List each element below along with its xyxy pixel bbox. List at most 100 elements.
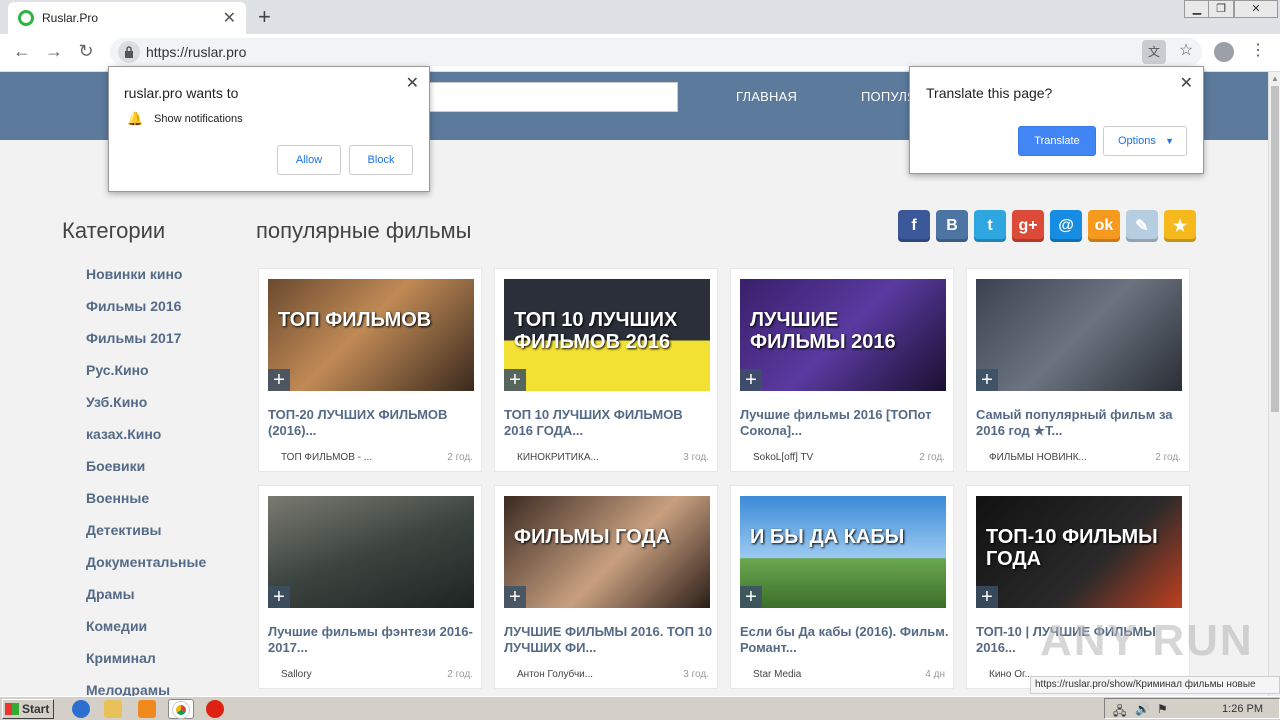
chrome-taskbar-button[interactable] bbox=[168, 699, 194, 719]
category-link[interactable]: казах.Кино bbox=[86, 426, 206, 458]
lock-icon[interactable] bbox=[118, 41, 140, 63]
category-link[interactable]: Новинки кино bbox=[86, 266, 206, 298]
translate-title: Translate this page? bbox=[926, 85, 1053, 101]
clock: 1:26 PM bbox=[1222, 702, 1263, 715]
category-link[interactable]: Драмы bbox=[86, 586, 206, 618]
video-title[interactable]: Лучшие фильмы фэнтези 2016-2017... bbox=[268, 624, 478, 656]
profile-avatar-icon[interactable] bbox=[1214, 42, 1234, 62]
add-to-list-icon[interactable]: + bbox=[268, 369, 290, 391]
livejournal-icon[interactable]: ✎ bbox=[1126, 210, 1158, 242]
ie-icon[interactable] bbox=[72, 700, 90, 718]
video-title[interactable]: Самый популярный фильм за 2016 год ★Т... bbox=[976, 407, 1186, 439]
video-title[interactable]: Лучшие фильмы 2016 [ТОПот Сокола]... bbox=[740, 407, 950, 439]
video-thumbnail[interactable]: + bbox=[268, 496, 474, 608]
maximize-button[interactable]: ❐ bbox=[1208, 0, 1234, 18]
video-thumbnail[interactable]: ТОП ФИЛЬМОВ + bbox=[268, 279, 474, 391]
video-card[interactable]: + Самый популярный фильм за 2016 год ★Т..… bbox=[966, 268, 1190, 472]
video-card[interactable]: И БЫ ДА КАБЫ + Если бы Да кабы (2016). Фил… bbox=[730, 485, 954, 689]
network-icon[interactable]: 🖧 bbox=[1113, 702, 1126, 720]
flag-icon[interactable]: ⚑ bbox=[1157, 702, 1168, 716]
folder-icon[interactable] bbox=[104, 700, 122, 718]
popup-close-icon[interactable]: ✕ bbox=[1180, 73, 1193, 93]
forward-icon[interactable]: → bbox=[42, 41, 66, 62]
reload-icon[interactable]: ↻ bbox=[74, 41, 98, 62]
odnoklassniki-icon[interactable]: ok bbox=[1088, 210, 1120, 242]
menu-kebab-icon[interactable]: ⋮ bbox=[1246, 40, 1270, 64]
scrollbar-thumb[interactable] bbox=[1271, 86, 1279, 412]
thumbnail-text: ТОП ФИЛЬМОВ bbox=[278, 309, 432, 331]
translate-button[interactable]: Translate bbox=[1018, 126, 1096, 156]
popup-close-icon[interactable]: ✕ bbox=[406, 73, 419, 93]
tab-close-icon[interactable]: ✕ bbox=[223, 8, 236, 28]
video-card[interactable]: ФИЛЬМЫ ГОДА + ЛУЧШИЕ ФИЛЬМЫ 2016. ТОП 10 Л… bbox=[494, 485, 718, 689]
category-link[interactable]: Комедии bbox=[86, 618, 206, 650]
allow-button[interactable]: Allow bbox=[277, 145, 341, 175]
twitter-icon[interactable]: t bbox=[974, 210, 1006, 242]
site-search-input[interactable] bbox=[420, 82, 678, 112]
vk-icon[interactable]: B bbox=[936, 210, 968, 242]
volume-icon[interactable]: 🔊 bbox=[1135, 702, 1150, 716]
favorite-star-icon[interactable]: ★ bbox=[1164, 210, 1196, 242]
stop-icon[interactable] bbox=[206, 700, 224, 718]
scroll-up-icon[interactable]: ▲ bbox=[1270, 74, 1280, 83]
category-link[interactable]: Фильмы 2016 bbox=[86, 298, 206, 330]
thumbnail-text: ТОП 10 ЛУЧШИХ ФИЛЬМОВ 2016 bbox=[514, 309, 678, 353]
start-button[interactable]: Start bbox=[2, 699, 54, 719]
back-icon[interactable]: ← bbox=[10, 41, 34, 62]
category-link[interactable]: Документальные bbox=[86, 554, 206, 586]
video-card[interactable]: ТОП ФИЛЬМОВ + ТОП-20 ЛУЧШИХ ФИЛЬМОВ (2016)… bbox=[258, 268, 482, 472]
video-thumbnail[interactable]: ТОП 10 ЛУЧШИХ ФИЛЬМОВ 2016 + bbox=[504, 279, 710, 391]
screen: Ruslar.Pro ✕ + ▁ ❐ ✕ ← → ↻ https://rusla… bbox=[0, 0, 1280, 720]
page-scrollbar[interactable]: ▲ ▼ bbox=[1268, 72, 1280, 696]
channel-name: ТОП ФИЛЬМОВ - ... bbox=[281, 452, 373, 463]
video-card[interactable]: + Лучшие фильмы фэнтези 2016-2017... Sallo… bbox=[258, 485, 482, 689]
mail-icon[interactable]: @ bbox=[1050, 210, 1082, 242]
channel-name: Sallory bbox=[281, 669, 312, 680]
video-title[interactable]: ТОП-20 ЛУЧШИХ ФИЛЬМОВ (2016)... bbox=[268, 407, 478, 439]
video-title[interactable]: ТОП 10 ЛУЧШИХ ФИЛЬМОВ 2016 ГОДА... bbox=[504, 407, 714, 439]
category-link[interactable]: Военные bbox=[86, 490, 206, 522]
new-tab-button[interactable]: + bbox=[258, 4, 271, 30]
video-thumbnail[interactable]: И БЫ ДА КАБЫ + bbox=[740, 496, 946, 608]
add-to-list-icon[interactable]: + bbox=[740, 586, 762, 608]
add-to-list-icon[interactable]: + bbox=[976, 369, 998, 391]
video-card[interactable]: ТОП 10 ЛУЧШИХ ФИЛЬМОВ 2016 + ТОП 10 ЛУЧШИХ… bbox=[494, 268, 718, 472]
category-link[interactable]: Узб.Кино bbox=[86, 394, 206, 426]
google-plus-icon[interactable]: g+ bbox=[1012, 210, 1044, 242]
address-bar[interactable]: https://ruslar.pro bbox=[110, 38, 1202, 66]
video-thumbnail[interactable]: + bbox=[976, 279, 1182, 391]
video-title[interactable]: ЛУЧШИЕ ФИЛЬМЫ 2016. ТОП 10 ЛУЧШИХ ФИ... bbox=[504, 624, 714, 656]
media-player-icon[interactable] bbox=[138, 700, 156, 718]
category-link[interactable]: Рус.Кино bbox=[86, 362, 206, 394]
video-card[interactable]: ЛУЧШИЕ ФИЛЬМЫ 2016 + Лучшие фильмы 2016 [Т… bbox=[730, 268, 954, 472]
video-age: 2 год. bbox=[919, 452, 945, 463]
add-to-list-icon[interactable]: + bbox=[504, 586, 526, 608]
translate-popup: ✕ Translate this page? Translate Options… bbox=[909, 66, 1204, 174]
video-thumbnail[interactable]: ФИЛЬМЫ ГОДА + bbox=[504, 496, 710, 608]
block-button[interactable]: Block bbox=[349, 145, 413, 175]
add-to-list-icon[interactable]: + bbox=[504, 369, 526, 391]
options-label: Options bbox=[1118, 135, 1156, 147]
close-window-button[interactable]: ✕ bbox=[1234, 0, 1278, 18]
video-thumbnail[interactable]: ЛУЧШИЕ ФИЛЬМЫ 2016 + bbox=[740, 279, 946, 391]
tab-title: Ruslar.Pro bbox=[42, 11, 99, 25]
category-link[interactable]: Криминал bbox=[86, 650, 206, 682]
translate-options-button[interactable]: Options ▼ bbox=[1103, 126, 1187, 156]
start-label: Start bbox=[22, 702, 50, 716]
translate-icon[interactable]: 文 bbox=[1142, 40, 1166, 64]
minimize-button[interactable]: ▁ bbox=[1184, 0, 1210, 18]
add-to-list-icon[interactable]: + bbox=[268, 586, 290, 608]
browser-tab[interactable]: Ruslar.Pro ✕ bbox=[8, 2, 246, 34]
video-thumbnail[interactable]: ТОП-10 ФИЛЬМЫ ГОДА + bbox=[976, 496, 1182, 608]
category-link[interactable]: Боевики bbox=[86, 458, 206, 490]
bookmark-star-icon[interactable]: ☆ bbox=[1174, 40, 1198, 64]
facebook-icon[interactable]: f bbox=[898, 210, 930, 242]
windows-logo-icon bbox=[5, 703, 19, 715]
add-to-list-icon[interactable]: + bbox=[976, 586, 998, 608]
nav-home-link[interactable]: ГЛАВНАЯ bbox=[736, 89, 797, 104]
category-link[interactable]: Детективы bbox=[86, 522, 206, 554]
video-title[interactable]: Если бы Да кабы (2016). Фильм. Романт... bbox=[740, 624, 950, 656]
category-link[interactable]: Фильмы 2017 bbox=[86, 330, 206, 362]
add-to-list-icon[interactable]: + bbox=[740, 369, 762, 391]
channel-name: Star Media bbox=[753, 669, 802, 680]
